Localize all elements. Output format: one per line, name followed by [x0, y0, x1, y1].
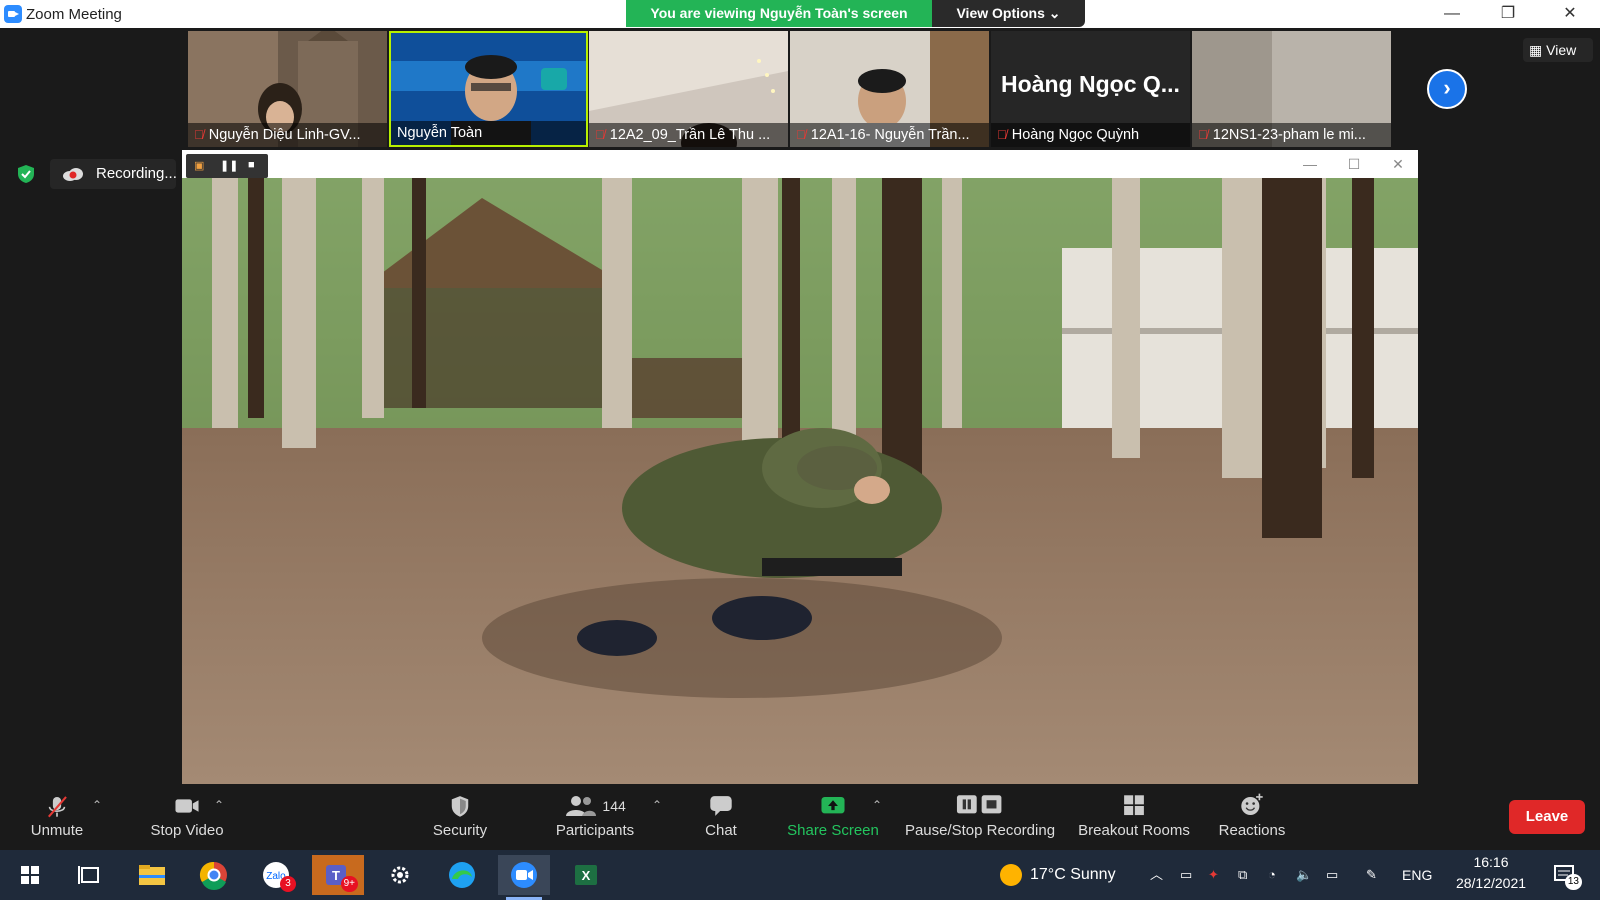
participants-caret-icon[interactable]: ⌃ — [652, 798, 662, 812]
video-options-caret-icon[interactable]: ⌃ — [214, 798, 224, 812]
participants-button[interactable]: 144 Participants — [545, 786, 645, 848]
muted-microphone-icon — [47, 796, 67, 818]
leave-meeting-button[interactable]: Leave — [1509, 800, 1585, 834]
excel-icon[interactable]: X — [560, 855, 612, 895]
minimize-icon[interactable]: — — [1424, 0, 1480, 28]
pause-stop-recording-icon — [956, 795, 1002, 814]
tray-app-icon[interactable]: ✦ — [1208, 850, 1219, 900]
recording-label: Recording... — [96, 165, 177, 182]
tray-screen-icon[interactable]: ⧉ — [1238, 850, 1247, 900]
participant-name: 🎙̸ Nguyễn Diệu Linh-GV... — [188, 123, 387, 147]
tray-device-icon[interactable]: ▭ — [1180, 850, 1192, 900]
notification-count: 13 — [1564, 874, 1582, 890]
participant-name: 🎙̸ 12A1-16- Nguyễn Trần... — [790, 123, 989, 147]
video-camera-icon — [175, 799, 199, 813]
volume-icon[interactable]: 🔈 — [1296, 850, 1312, 900]
pen-icon[interactable]: ✎ — [1366, 850, 1377, 900]
clock-time: 16:16 — [1473, 854, 1509, 870]
participant-tile[interactable]: 🎙̸ Nguyễn Diệu Linh-GV... — [188, 31, 387, 147]
meeting-toolbar: Unmute ⌃ Stop Video ⌃ Security 144 Parti… — [0, 786, 1600, 848]
shared-minimize-icon: — — [1303, 156, 1317, 172]
wifi-icon[interactable]: ◔ — [1268, 850, 1276, 900]
windows-taskbar: Zalo 3 T 9+ X — [0, 850, 1600, 900]
battery-icon[interactable]: ▭ — [1326, 850, 1338, 900]
shared-close-icon: ✕ — [1392, 156, 1404, 172]
edge-browser-icon[interactable] — [436, 855, 488, 895]
unmute-button[interactable]: Unmute — [20, 786, 94, 848]
participant-big-name: Hoàng Ngọc Q... — [1001, 71, 1180, 97]
restore-icon[interactable]: ❐ — [1480, 0, 1536, 28]
muted-mic-icon: 🎙̸ — [997, 127, 1007, 142]
clock-date: 28/12/2021 — [1455, 875, 1527, 891]
audio-options-caret-icon[interactable]: ⌃ — [92, 798, 102, 812]
zoom-taskbar-icon[interactable] — [498, 855, 550, 900]
zoom-app-icon — [4, 5, 22, 23]
teams-notification-badge: 9+ — [340, 876, 358, 892]
view-button[interactable]: ▦ View — [1523, 38, 1593, 62]
file-explorer-icon[interactable] — [126, 855, 178, 895]
input-language[interactable]: ENG — [1402, 850, 1432, 900]
participant-tile[interactable]: 🎙̸ 12A1-16- Nguyễn Trần... — [790, 31, 989, 147]
settings-gear-icon[interactable] — [374, 855, 426, 895]
task-view-icon[interactable] — [64, 855, 116, 895]
share-screen-button[interactable]: Share Screen — [784, 786, 882, 848]
share-screen-arrow-icon — [821, 796, 845, 814]
stop-video-button[interactable]: Stop Video — [132, 786, 242, 848]
notification-center-icon[interactable]: 13 — [1548, 858, 1582, 892]
participant-name: 🎙̸ 12A2_09_Trần Lê Thu ... — [589, 123, 788, 147]
muted-mic-icon: 🎙̸ — [595, 127, 605, 142]
stop-icon[interactable]: ■ — [248, 159, 255, 171]
svg-text:T: T — [332, 868, 340, 883]
breakout-rooms-icon — [1124, 795, 1144, 816]
encryption-shield-icon[interactable] — [16, 164, 36, 184]
participants-icon — [566, 796, 597, 816]
viewing-screen-banner: You are viewing Nguyễn Toàn's screen — [626, 0, 932, 27]
participant-name: 🎙̸ Hoàng Ngọc Quỳnh — [991, 123, 1190, 147]
taskbar-clock[interactable]: 16:16 28/12/2021 — [1452, 852, 1530, 894]
zalo-notification-badge: 3 — [280, 876, 296, 892]
zalo-icon[interactable]: Zalo 3 — [250, 855, 302, 895]
participant-tile[interactable]: 🎙̸ 12NS1-23-pham le mi... — [1192, 31, 1391, 147]
share-options-caret-icon[interactable]: ⌃ — [872, 798, 882, 812]
chat-bubble-icon — [710, 796, 732, 816]
chat-button[interactable]: Chat — [685, 786, 757, 848]
participant-name: 🎙̸ 12NS1-23-pham le mi... — [1192, 123, 1391, 147]
shared-video-frame — [182, 178, 1418, 784]
next-page-arrow-icon[interactable]: › — [1427, 69, 1467, 109]
muted-mic-icon: 🎙̸ — [1198, 127, 1208, 142]
recording-controls-chip: ▣ ❚❚ ■ — [186, 154, 268, 178]
participant-name: Nguyễn Toàn — [391, 121, 586, 145]
pause-icon[interactable]: ❚❚ — [220, 159, 238, 172]
video-scene-image — [182, 178, 1418, 784]
chrome-icon[interactable] — [188, 855, 240, 895]
windows-start-icon[interactable] — [4, 855, 56, 895]
breakout-rooms-button[interactable]: Breakout Rooms — [1075, 786, 1193, 848]
cloud-recording-icon — [63, 168, 83, 181]
participant-tile[interactable]: 🎙̸ 12A2_09_Trần Lê Thu ... — [589, 31, 788, 147]
media-app-icon: ▣ — [194, 160, 205, 172]
close-icon[interactable]: ✕ — [1542, 0, 1598, 28]
teams-icon[interactable]: T 9+ — [312, 855, 364, 895]
participant-tile-active[interactable]: Nguyễn Toàn — [389, 31, 588, 147]
muted-mic-icon: 🎙̸ — [796, 127, 806, 142]
recording-indicator[interactable]: Recording... — [50, 159, 177, 189]
weather-widget[interactable]: 17°C Sunny — [1000, 850, 1116, 900]
participants-count: 144 — [602, 798, 626, 814]
sun-icon — [1000, 864, 1022, 886]
security-shield-icon — [451, 796, 469, 817]
muted-mic-icon: 🎙̸ — [194, 127, 204, 142]
shared-screen-window: ▣ ❚❚ ■ — ☐ ✕ — [182, 150, 1418, 784]
pause-stop-recording-button[interactable]: Pause/Stop Recording — [902, 786, 1058, 848]
tray-overflow-chevron-icon[interactable]: ︿ — [1150, 850, 1163, 900]
shared-maximize-icon: ☐ — [1347, 156, 1361, 172]
security-button[interactable]: Security — [420, 786, 500, 848]
window-title: Zoom Meeting — [26, 6, 122, 23]
view-options-button[interactable]: View Options ⌄ — [932, 0, 1085, 27]
reactions-button[interactable]: Reactions — [1212, 786, 1292, 848]
grid-icon: ▦ — [1529, 42, 1547, 58]
participant-tile[interactable]: Hoàng Ngọc Q... 🎙̸ Hoàng Ngọc Quỳnh — [991, 31, 1190, 147]
svg-text:X: X — [582, 868, 591, 883]
reactions-smiley-icon — [1241, 793, 1263, 816]
